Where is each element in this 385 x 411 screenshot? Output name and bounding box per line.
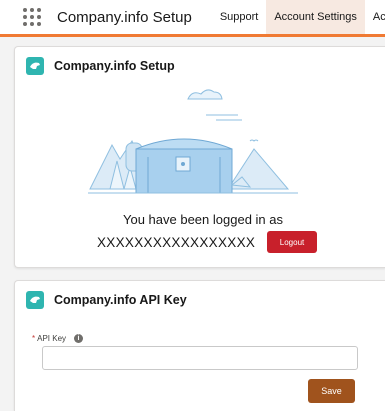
card-header: Company.info Setup	[26, 57, 175, 75]
login-status-message: You have been logged in as	[123, 212, 283, 227]
logged-in-username: XXXXXXXXXXXXXXXXX	[97, 235, 256, 250]
company-info-logo-icon	[26, 291, 44, 309]
tab-account-settings[interactable]: Account Settings	[266, 0, 365, 34]
treasure-chest-illustration	[88, 89, 298, 194]
card-title: Company.info API Key	[54, 293, 187, 307]
save-button[interactable]: Save	[308, 379, 355, 403]
login-status-card: Company.info Setup You have been logged …	[14, 46, 385, 268]
app-launcher-icon[interactable]	[23, 8, 41, 26]
company-info-logo-icon	[26, 57, 44, 75]
card-header: Company.info API Key	[26, 291, 187, 309]
tab-truncated[interactable]: Acce	[365, 0, 385, 34]
api-key-input[interactable]	[42, 346, 358, 370]
required-marker: *	[32, 334, 36, 343]
card-title: Company.info Setup	[54, 59, 175, 73]
tab-support[interactable]: Support	[212, 0, 267, 34]
top-navigation-bar: Company.info Setup Support Account Setti…	[0, 0, 385, 37]
api-key-label-text: API Key	[37, 334, 67, 343]
api-key-field-label: * API Key i	[32, 334, 84, 343]
app-title: Company.info Setup	[57, 8, 192, 26]
api-key-card: Company.info API Key * API Key i Save	[14, 280, 385, 411]
logout-button[interactable]: Logout	[267, 231, 317, 253]
info-icon[interactable]: i	[74, 334, 84, 343]
